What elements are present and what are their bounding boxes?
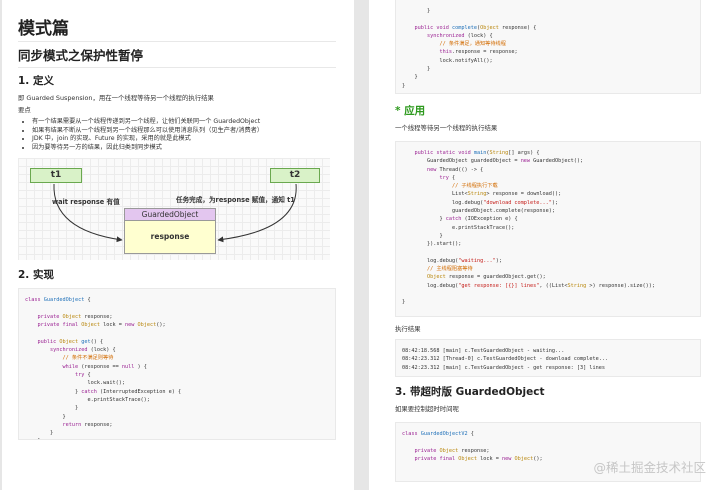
code-line: new Thread(() -> {	[427, 166, 484, 173]
code-block-output: 08:42:18.568 [main] c.TestGuardedObject …	[395, 339, 701, 377]
code-line: }	[402, 8, 431, 14]
section-title: 同步模式之保护性暂停	[18, 47, 336, 68]
arrow-t2-to-object	[217, 184, 297, 243]
code-line: Object response = guardedObject.get();	[427, 274, 546, 281]
code-line: }	[402, 82, 406, 89]
document-page-left: 模式篇 同步模式之保护性暂停 1. 定义 即 Guarded Suspensio…	[2, 0, 354, 490]
code-line: }	[402, 74, 418, 81]
guarded-object-title: GuardedObject	[125, 209, 215, 222]
code-line: }	[402, 232, 443, 239]
page-footer	[369, 481, 720, 490]
timeout-text: 如果要控制超时时间呢	[395, 405, 459, 413]
heading-application: * 应用	[395, 105, 426, 117]
code-line: } catch (IOException e) {	[402, 216, 518, 223]
code-line: log.debug("get response: [{}] lines", ((…	[402, 282, 655, 289]
code-block-guarded-object: class GuardedObject { private Object res…	[18, 288, 336, 441]
code-line: private Object response;	[37, 313, 113, 320]
code-line: GuardedObject guardedObject = new Guarde…	[402, 158, 584, 165]
label-task-complete: 任务完成，为response 赋值，通知 t1	[176, 196, 295, 205]
thread-t1-node: t1	[30, 168, 82, 184]
list-item: JDK 中，join 的实现、Future 的实现，采用的就是此模式	[32, 135, 336, 144]
code-block-main: public static void main(String[] args) {…	[395, 141, 701, 317]
code-line: e.printStackTrace();	[402, 224, 515, 231]
code-line: this.response = response;	[439, 49, 518, 56]
definition-text: 即 Guarded Suspension，用在一个线程等待另一个线程的执行结果	[18, 94, 214, 102]
document-page-right: } public void complete(Object response) …	[369, 0, 720, 490]
application-text: 一个线程等待另一个线程的执行结果	[395, 124, 498, 132]
guarded-object-diagram: t1 t2 wait response 有值 任务完成，为response 赋值…	[18, 158, 330, 261]
code-line: 08:42:23.312 [Thread-0] c.TestGuardedObj…	[402, 356, 609, 363]
code-line: }).start();	[402, 241, 462, 248]
code-line: public static void main(String[] args) {	[414, 150, 540, 156]
code-line: private final Object lock = new Object()…	[37, 322, 166, 329]
code-line: while (response == null ) {	[62, 363, 147, 370]
code-line: public void complete(Object response) {	[414, 24, 537, 31]
code-line: private Object response;	[414, 447, 490, 454]
label-wait-response: wait response 有值	[52, 198, 120, 207]
code-line: 08:42:18.568 [main] c.TestGuardedObject …	[402, 348, 565, 354]
code-line: public Object get() {	[37, 338, 104, 345]
guarded-object-field: response	[150, 232, 190, 242]
code-line: log.debug("download complete...");	[402, 199, 559, 206]
arrow-t1-to-object	[53, 184, 123, 243]
list-item: 如果有结果不断从一个线程到另一个线程那么可以使用消息队列（见生产者/消费者）	[32, 127, 336, 136]
guarded-object-box: GuardedObject response	[124, 208, 216, 255]
heading-timeout: 3. 带超时版 GuardedObject	[395, 386, 545, 398]
code-line: // 子线程执行下载	[451, 183, 498, 190]
chapter-title: 模式篇	[18, 18, 336, 42]
heading-definition: 1. 定义	[18, 75, 54, 87]
code-line: log.debug("waiting...");	[402, 257, 502, 264]
watermark: @稀土掘金技术社区	[593, 460, 706, 475]
code-line: class GuardedObject {	[25, 297, 91, 304]
code-line: synchronized (lock) {	[50, 347, 116, 354]
code-line: e.printStackTrace();	[25, 396, 150, 403]
heading-implementation: 2. 实现	[18, 269, 54, 282]
code-line: }	[402, 66, 431, 73]
code-line: lock.notifyAll();	[402, 57, 493, 64]
code-line: }	[25, 405, 79, 412]
code-line: }	[25, 413, 66, 420]
code-block-complete-method: } public void complete(Object response) …	[395, 0, 701, 94]
points-list: 有一个结果需要从一个线程传递到另一个线程，让他们关联同一个 GuardedObj…	[32, 118, 336, 152]
points-label: 要点	[18, 106, 31, 114]
code-line: } catch (InterruptedException e) {	[25, 388, 182, 395]
code-line: 08:42:23.312 [main] c.TestGuardedObject …	[402, 364, 606, 371]
code-line: class GuardedObjectV2 {	[402, 431, 474, 437]
code-line: synchronized (lock) {	[427, 32, 493, 39]
code-line: }	[25, 430, 54, 437]
code-line: return response;	[62, 421, 113, 428]
code-line: // 条件满足，通知等待线程	[439, 41, 506, 48]
thread-t2-node: t2	[270, 168, 320, 184]
code-line: // 主线程阻塞等待	[427, 266, 473, 273]
code-line: try {	[439, 174, 456, 181]
page-footer	[2, 481, 354, 490]
list-item: 有一个结果需要从一个线程传递到另一个线程，让他们关联同一个 GuardedObj…	[32, 118, 336, 127]
result-label: 执行结果	[395, 325, 421, 333]
code-line: try {	[74, 372, 91, 379]
code-line: }	[25, 437, 329, 439]
code-line: // 条件不满足则等待	[62, 355, 114, 362]
code-line: }	[402, 299, 406, 306]
code-line: List<String> response = download();	[402, 191, 562, 198]
list-item: 因为要等待另一方的结果，因此归类到同步模式	[32, 144, 336, 153]
code-line: lock.wait();	[25, 380, 125, 387]
code-line: guardedObject.complete(response);	[402, 208, 556, 215]
